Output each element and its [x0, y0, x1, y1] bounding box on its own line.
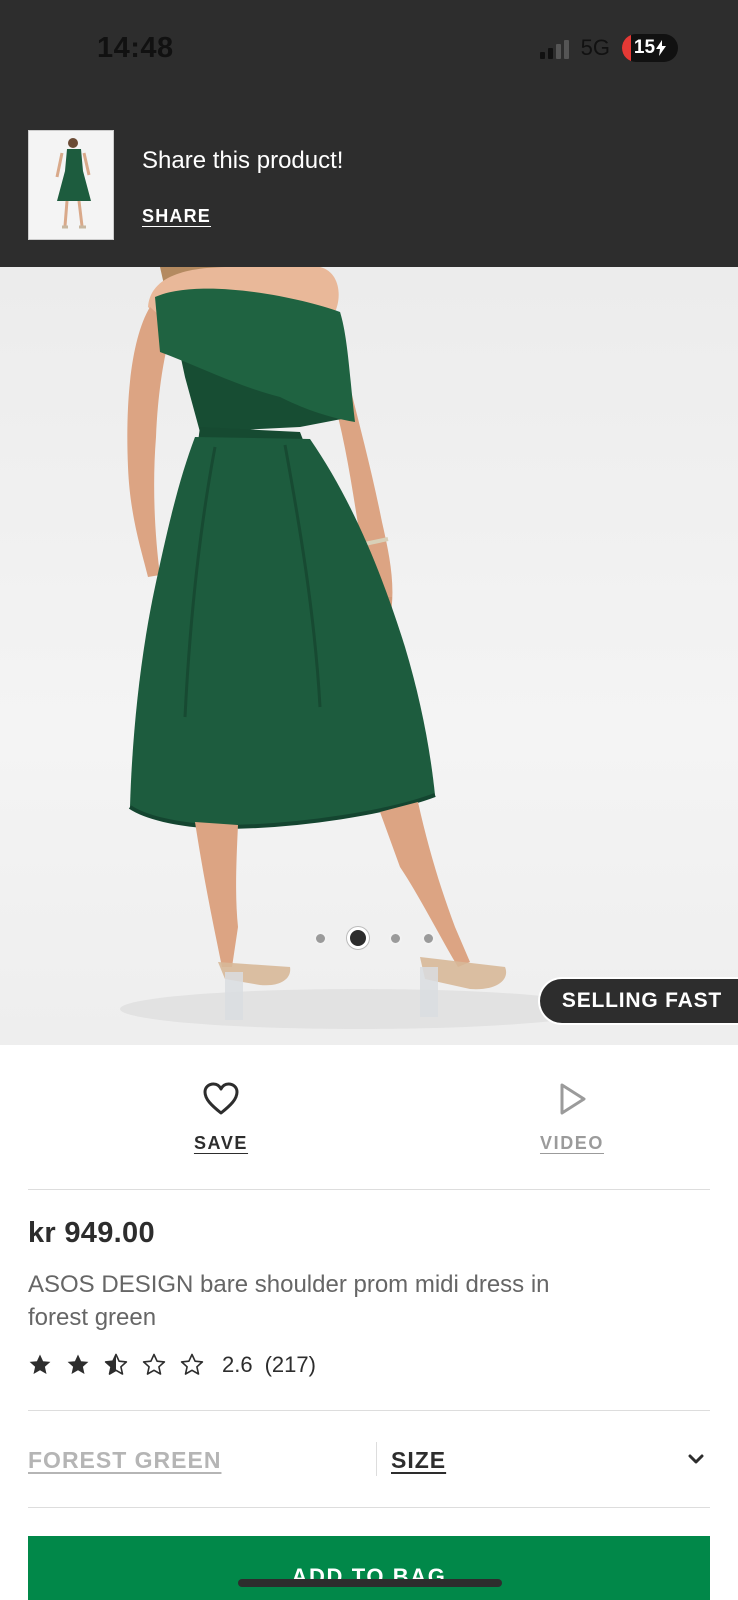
gallery-dot-4[interactable] — [421, 931, 435, 945]
gallery-dot-3[interactable] — [388, 931, 402, 945]
rating-count: (217) — [264, 1352, 316, 1377]
product-rating[interactable]: 2.6 (217) — [28, 1350, 316, 1380]
star-half-icon — [104, 1353, 128, 1375]
share-link[interactable]: SHARE — [142, 206, 211, 227]
video-label: VIDEO — [539, 1133, 604, 1153]
battery-level: 15 — [633, 37, 656, 58]
product-image[interactable]: SELLING FAST — [0, 267, 738, 1045]
star-empty-icon — [142, 1353, 166, 1375]
network-type: 5G — [580, 35, 610, 60]
star-empty-icon — [180, 1353, 204, 1375]
product-title: ASOS DESIGN bare shoulder prom midi dres… — [28, 1271, 550, 1331]
share-banner: 14:48 5G 15 Share this product! SHARE — [0, 0, 738, 267]
heart-icon — [203, 1082, 239, 1115]
play-icon — [560, 1083, 586, 1115]
variant-selectors: FOREST GREEN SIZE — [28, 1410, 710, 1508]
colour-selector[interactable]: FOREST GREEN — [28, 1447, 221, 1474]
rating-stars — [28, 1353, 204, 1377]
size-selector[interactable]: SIZE — [391, 1447, 446, 1474]
save-button[interactable]: SAVE — [141, 1079, 301, 1154]
battery-indicator: 15 — [622, 34, 678, 62]
star-full-icon — [67, 1354, 89, 1374]
save-label: SAVE — [193, 1133, 249, 1153]
status-time: 14:48 — [97, 32, 174, 64]
video-button[interactable]: VIDEO — [492, 1079, 652, 1154]
gallery-pagination — [0, 927, 738, 949]
charging-bolt-icon — [656, 40, 667, 56]
add-to-bag-button[interactable]: ADD TO BAG — [28, 1536, 710, 1600]
chevron-down-icon[interactable] — [688, 1453, 704, 1465]
rating-value: 2.6 — [222, 1352, 253, 1377]
product-thumbnail — [28, 130, 114, 240]
status-indicators: 5G 15 — [539, 34, 678, 62]
share-title: Share this product! — [142, 147, 344, 174]
signal-icon — [539, 37, 569, 59]
product-price: kr 949.00 — [28, 1217, 155, 1249]
selector-divider — [376, 1442, 377, 1476]
selling-fast-badge: SELLING FAST — [537, 977, 738, 1025]
gallery-dot-1[interactable] — [313, 931, 327, 945]
home-indicator[interactable] — [238, 1579, 502, 1587]
product-actions: SAVE VIDEO — [28, 1045, 710, 1190]
star-full-icon — [29, 1354, 51, 1374]
gallery-dot-2[interactable] — [346, 927, 369, 949]
